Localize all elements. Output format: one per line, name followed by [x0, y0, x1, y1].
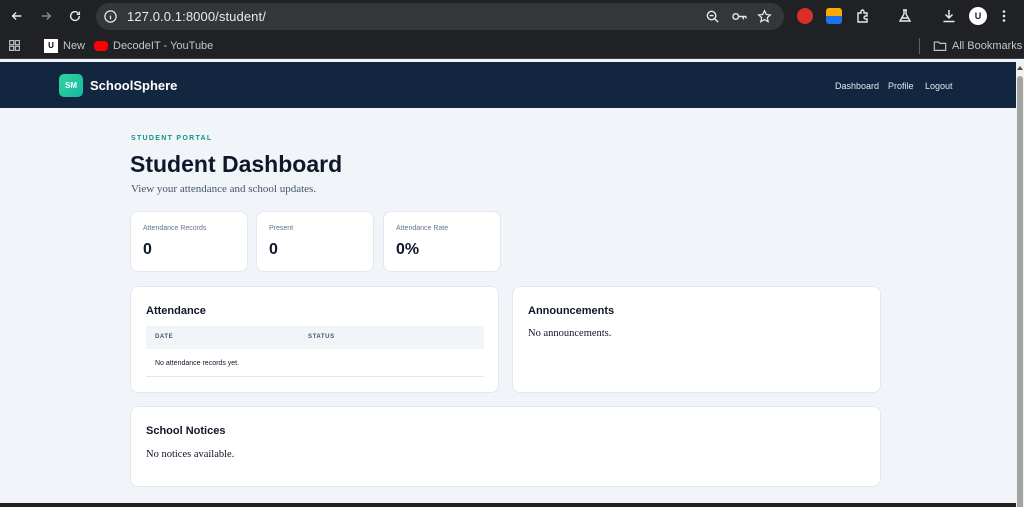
reload-icon: [69, 10, 81, 22]
nav-dashboard[interactable]: Dashboard: [835, 81, 879, 91]
window-bottom-edge: [0, 503, 1016, 507]
profile-initial: U: [974, 11, 982, 21]
stat-value: 0: [143, 241, 152, 258]
labs-icon[interactable]: [897, 8, 913, 24]
bookmarks-divider: [919, 38, 920, 54]
stat-value: 0%: [396, 241, 420, 258]
reload-button[interactable]: [64, 5, 86, 27]
school-notices-panel: School Notices No notices available.: [130, 406, 881, 487]
scroll-up-arrow[interactable]: [1017, 66, 1023, 70]
empty-message: No attendance records yet.: [155, 360, 240, 367]
key-icon[interactable]: [731, 9, 748, 24]
nav-logout[interactable]: Logout: [925, 81, 953, 91]
announcements-panel: Announcements No announcements.: [512, 286, 881, 393]
bookmark-youtube[interactable]: DecodeIT - YouTube: [94, 38, 213, 54]
stat-label: Present: [269, 225, 294, 232]
bookmark-new[interactable]: U New: [44, 38, 85, 54]
star-icon[interactable]: [757, 9, 772, 24]
browser-toolbar: 127.0.0.1:8000/student/ U: [0, 0, 1024, 33]
zoom-icon[interactable]: [705, 9, 720, 24]
youtube-icon: [94, 41, 108, 51]
panel-title: School Notices: [146, 425, 226, 437]
bookmark-label: DecodeIT - YouTube: [113, 40, 214, 52]
table-row: No attendance records yet.: [146, 349, 484, 377]
column-status: STATUS: [308, 334, 335, 340]
back-button[interactable]: [6, 5, 28, 27]
forward-button[interactable]: [35, 5, 57, 27]
column-date: DATE: [155, 334, 174, 340]
stat-card-attendance-rate: Attendance Rate 0%: [383, 211, 501, 272]
empty-message: No announcements.: [528, 328, 612, 339]
page-scrollbar[interactable]: [1016, 62, 1024, 507]
stat-card-present: Present 0: [256, 211, 374, 272]
stat-value: 0: [269, 241, 278, 258]
url-text[interactable]: 127.0.0.1:8000/student/: [127, 9, 266, 24]
extension-shield-icon[interactable]: [797, 8, 813, 24]
table-header: DATE STATUS: [146, 326, 484, 349]
logo-text: SM: [65, 81, 77, 90]
bookmark-label: New: [63, 40, 86, 52]
page-eyebrow: STUDENT PORTAL: [131, 135, 213, 142]
puzzle-icon[interactable]: [855, 8, 871, 24]
logo-badge[interactable]: SM: [59, 74, 83, 97]
extension-app-icon[interactable]: [826, 8, 842, 24]
app-navbar: SM SchoolSphere Dashboard Profile Logout: [0, 62, 1016, 108]
profile-avatar[interactable]: U: [969, 7, 987, 25]
panel-title: Attendance: [146, 305, 206, 317]
brand-name[interactable]: SchoolSphere: [90, 78, 177, 93]
all-bookmarks-label: All Bookmarks: [952, 40, 1023, 52]
arrow-left-icon: [11, 12, 22, 20]
address-bar[interactable]: 127.0.0.1:8000/student/: [96, 3, 784, 30]
empty-message: No notices available.: [146, 449, 235, 460]
download-icon[interactable]: [941, 8, 957, 24]
page-title: Student Dashboard: [130, 151, 343, 177]
stat-card-attendance-records: Attendance Records 0: [130, 211, 248, 272]
apps-grid-icon[interactable]: [8, 39, 21, 52]
bookmarks-bar: U New DecodeIT - YouTube All Bookmarks: [0, 33, 1024, 59]
panel-title: Announcements: [528, 305, 615, 317]
all-bookmarks[interactable]: All Bookmarks: [933, 38, 1022, 54]
stat-label: Attendance Records: [143, 225, 207, 232]
folder-icon: [933, 41, 947, 51]
stat-label: Attendance Rate: [396, 225, 449, 232]
nav-profile[interactable]: Profile: [888, 81, 914, 91]
arrow-right-icon: [41, 12, 52, 20]
page-subtitle: View your attendance and school updates.: [131, 183, 317, 195]
attendance-panel: Attendance DATE STATUS No attendance rec…: [130, 286, 499, 393]
kebab-menu-icon[interactable]: [996, 8, 1012, 24]
bookmark-logo-icon: U: [44, 39, 58, 53]
info-icon[interactable]: [103, 9, 118, 24]
scroll-thumb[interactable]: [1017, 76, 1023, 507]
